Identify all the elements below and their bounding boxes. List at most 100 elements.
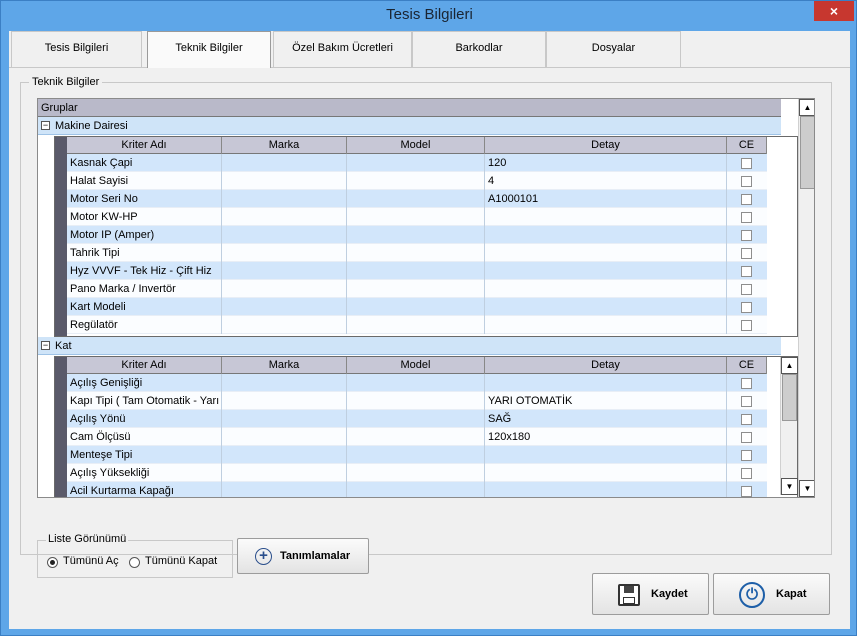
column-marka[interactable]: Marka	[222, 137, 347, 154]
cell-model[interactable]	[347, 446, 485, 464]
column-ce[interactable]: CE	[727, 357, 767, 374]
scroll-up-icon[interactable]: ▲	[799, 99, 814, 116]
cell-model[interactable]	[347, 464, 485, 482]
ce-checkbox[interactable]	[741, 248, 752, 259]
table-row[interactable]: Acil Kurtarma Kapağı	[67, 482, 767, 497]
ce-checkbox[interactable]	[741, 284, 752, 295]
cell-marka[interactable]	[222, 208, 347, 226]
cell-kriter-adi[interactable]: Cam Ölçüsü	[67, 428, 222, 446]
cell-model[interactable]	[347, 208, 485, 226]
collapse-icon[interactable]: −	[41, 341, 50, 350]
cell-detay[interactable]: 120	[485, 154, 727, 172]
ce-checkbox[interactable]	[741, 158, 752, 169]
cell-model[interactable]	[347, 392, 485, 410]
cell-detay[interactable]	[485, 208, 727, 226]
table-row[interactable]: Tahrik Tipi	[67, 244, 767, 262]
collapse-all-radio[interactable]	[129, 557, 140, 568]
cell-marka[interactable]	[222, 392, 347, 410]
cell-model[interactable]	[347, 244, 485, 262]
scroll-down-icon[interactable]: ▼	[781, 478, 798, 495]
cell-marka[interactable]	[222, 428, 347, 446]
cell-kriter-adi[interactable]: Acil Kurtarma Kapağı	[67, 482, 222, 497]
cell-detay[interactable]: 4	[485, 172, 727, 190]
table-row[interactable]: Hyz VVVF - Tek Hiz - Çift Hiz	[67, 262, 767, 280]
cell-kriter-adi[interactable]: Motor Seri No	[67, 190, 222, 208]
table-row[interactable]: Halat Sayisi 4	[67, 172, 767, 190]
ce-checkbox[interactable]	[741, 432, 752, 443]
cell-model[interactable]	[347, 172, 485, 190]
cell-detay[interactable]	[485, 262, 727, 280]
kat-scrollbar[interactable]: ▲ ▼	[780, 357, 798, 495]
close-window-button[interactable]: ×	[814, 1, 854, 21]
cell-detay[interactable]: A1000101	[485, 190, 727, 208]
cell-kriter-adi[interactable]: Tahrik Tipi	[67, 244, 222, 262]
cell-marka[interactable]	[222, 244, 347, 262]
ce-checkbox[interactable]	[741, 486, 752, 497]
table-row[interactable]: Kapı Tipi ( Tam Otomatik - Yarı Otomatik…	[67, 392, 767, 410]
cell-marka[interactable]	[222, 154, 347, 172]
cell-model[interactable]	[347, 190, 485, 208]
cell-model[interactable]	[347, 280, 485, 298]
cell-detay[interactable]: SAĞ	[485, 410, 727, 428]
column-detay[interactable]: Detay	[485, 137, 727, 154]
cell-kriter-adi[interactable]: Regülatör	[67, 316, 222, 334]
table-row[interactable]: Motor Seri No A1000101	[67, 190, 767, 208]
tab-ozel-bakim-ucretleri[interactable]: Özel Bakım Ücretleri	[273, 31, 412, 67]
grid-scrollbar[interactable]: ▲ ▼	[798, 99, 814, 497]
collapse-all-label[interactable]: Tümünü Kapat	[145, 555, 217, 567]
close-button[interactable]: ⏻ Kapat	[713, 573, 830, 615]
group-row-kat[interactable]: − Kat	[38, 337, 781, 355]
collapse-icon[interactable]: −	[41, 121, 50, 130]
ce-checkbox[interactable]	[741, 396, 752, 407]
cell-model[interactable]	[347, 298, 485, 316]
cell-detay[interactable]	[485, 280, 727, 298]
cell-detay[interactable]	[485, 374, 727, 392]
table-row[interactable]: Kart Modeli	[67, 298, 767, 316]
table-row[interactable]: Açılış Yönü SAĞ	[67, 410, 767, 428]
cell-detay[interactable]: YARI OTOMATİK	[485, 392, 727, 410]
expand-all-label[interactable]: Tümünü Aç	[63, 555, 119, 567]
cell-marka[interactable]	[222, 226, 347, 244]
column-ce[interactable]: CE	[727, 137, 767, 154]
table-row[interactable]: Cam Ölçüsü 120x180	[67, 428, 767, 446]
scroll-up-icon[interactable]: ▲	[781, 357, 798, 374]
cell-marka[interactable]	[222, 316, 347, 334]
cell-kriter-adi[interactable]: Kapı Tipi ( Tam Otomatik - Yarı Otomatik…	[67, 392, 222, 410]
cell-kriter-adi[interactable]: Açılış Yüksekliği	[67, 464, 222, 482]
cell-model[interactable]	[347, 482, 485, 497]
tab-tesis-bilgileri[interactable]: Tesis Bilgileri	[11, 31, 142, 67]
group-row-makine-dairesi[interactable]: − Makine Dairesi	[38, 117, 781, 135]
ce-checkbox[interactable]	[741, 230, 752, 241]
cell-marka[interactable]	[222, 298, 347, 316]
column-kriter-adi[interactable]: Kriter Adı	[67, 137, 222, 154]
column-model[interactable]: Model	[347, 357, 485, 374]
cell-kriter-adi[interactable]: Kasnak Çapi	[67, 154, 222, 172]
cell-detay[interactable]	[485, 316, 727, 334]
definitions-button[interactable]: + Tanımlamalar	[237, 538, 369, 574]
table-row[interactable]: Menteşe Tipi	[67, 446, 767, 464]
cell-model[interactable]	[347, 374, 485, 392]
tab-dosyalar[interactable]: Dosyalar	[546, 31, 681, 67]
cell-marka[interactable]	[222, 464, 347, 482]
ce-checkbox[interactable]	[741, 266, 752, 277]
cell-kriter-adi[interactable]: Halat Sayisi	[67, 172, 222, 190]
column-marka[interactable]: Marka	[222, 357, 347, 374]
cell-model[interactable]	[347, 410, 485, 428]
ce-checkbox[interactable]	[741, 414, 752, 425]
save-button[interactable]: Kaydet	[592, 573, 709, 615]
cell-model[interactable]	[347, 316, 485, 334]
cell-kriter-adi[interactable]: Hyz VVVF - Tek Hiz - Çift Hiz	[67, 262, 222, 280]
table-row[interactable]: Motor KW-HP	[67, 208, 767, 226]
cell-detay[interactable]	[485, 446, 727, 464]
cell-marka[interactable]	[222, 262, 347, 280]
cell-detay[interactable]	[485, 464, 727, 482]
cell-kriter-adi[interactable]: Menteşe Tipi	[67, 446, 222, 464]
cell-marka[interactable]	[222, 172, 347, 190]
table-row[interactable]: Motor IP (Amper)	[67, 226, 767, 244]
column-model[interactable]: Model	[347, 137, 485, 154]
cell-detay[interactable]	[485, 298, 727, 316]
table-row[interactable]: Pano Marka / Invertör	[67, 280, 767, 298]
cell-model[interactable]	[347, 154, 485, 172]
scroll-down-icon[interactable]: ▼	[799, 480, 814, 497]
cell-marka[interactable]	[222, 374, 347, 392]
